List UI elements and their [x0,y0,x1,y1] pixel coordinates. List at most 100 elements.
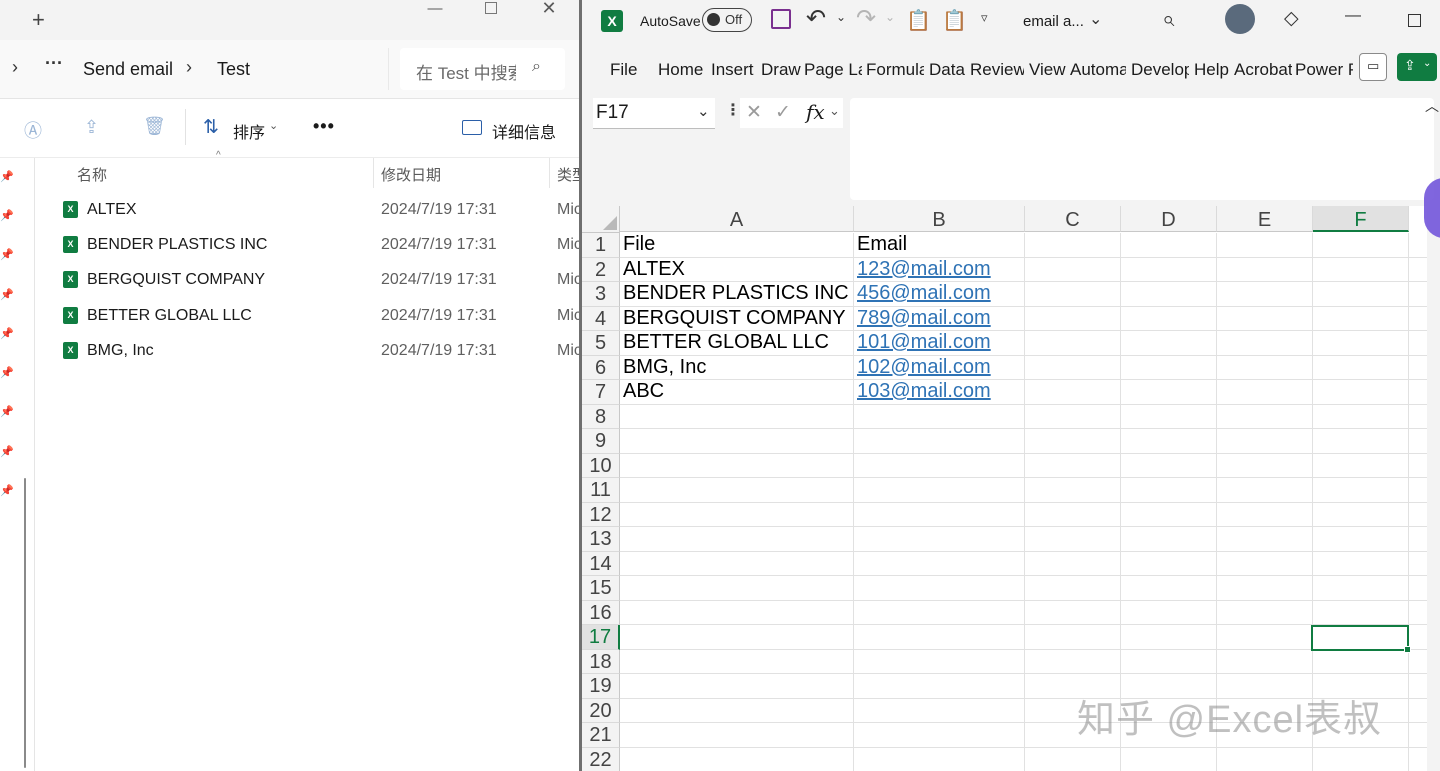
email-link[interactable]: 103@mail.com [857,380,991,403]
row-header[interactable]: 16 [582,600,620,625]
share-button[interactable]: ⇪ ⌄ [1397,53,1437,81]
confirm-formula-icon[interactable]: ✓ [775,101,791,124]
minimize-icon[interactable]: — [420,0,450,17]
file-row[interactable]: X BETTER GLOBAL LLC 2024/7/19 17:31 Mic [60,300,579,334]
close-icon[interactable]: ✕ [534,0,564,19]
row-header[interactable]: 12 [582,502,620,527]
row-header[interactable]: 1 [582,233,620,258]
pin-icon[interactable]: 📌 [0,366,14,379]
email-link[interactable]: 456@mail.com [857,282,991,305]
ribbon-tab-home[interactable]: Home [658,60,706,80]
collapse-formula-bar-icon[interactable]: ︿ [1425,96,1439,116]
formula-input[interactable] [850,98,1434,200]
ribbon-tab-insert[interactable]: Insert [711,60,755,80]
ribbon-tab-view[interactable]: View [1029,60,1067,80]
email-link[interactable]: 789@mail.com [857,307,991,330]
column-header-e[interactable]: E [1217,206,1313,232]
ribbon-tab-formula[interactable]: Formula [866,60,924,80]
autosave-toggle[interactable]: Off [702,8,752,32]
email-link[interactable]: 123@mail.com [857,258,991,281]
avatar[interactable] [1225,4,1255,34]
file-row[interactable]: X BENDER PLASTICS INC 2024/7/19 17:31 Mic [60,229,579,263]
pin-icon[interactable]: 📌 [0,209,14,222]
ribbon-tab-file[interactable]: File [610,60,640,80]
ribbon-tab-review[interactable]: Review [970,60,1024,80]
search-icon[interactable]: ⌕ [1162,6,1174,32]
customize-toolbar-icon[interactable]: ▿ [981,10,988,26]
clipboard-icon[interactable]: 📋 [942,8,967,33]
row-header[interactable]: 9 [582,429,620,454]
worksheet-grid[interactable]: ABCDEF 1 File Email 2 ALTEX 123@mail.com 3 BEND… [582,206,1440,771]
paste-special-icon[interactable]: 📋 [906,8,931,33]
new-tab-icon[interactable]: + [32,7,45,33]
active-cell-selection[interactable] [1311,625,1411,653]
column-divider[interactable] [549,158,550,188]
cell-a[interactable]: BERGQUIST COMPANY [623,307,846,330]
email-link[interactable]: 102@mail.com [857,356,991,379]
name-box-dropdown-icon[interactable]: ⌄ [697,102,710,120]
pin-icon[interactable]: 📌 [0,248,14,261]
ribbon-tab-develop[interactable]: Develop [1131,60,1189,80]
document-title[interactable]: email a... [1023,13,1084,30]
ribbon-tab-acrobat[interactable]: Acrobat [1234,60,1292,80]
row-header[interactable]: 3 [582,282,620,307]
save-icon[interactable] [771,9,791,29]
pin-icon[interactable]: 📌 [0,445,14,458]
maximize-icon[interactable] [1408,14,1421,27]
column-header-d[interactable]: D [1121,206,1217,232]
column-header-type[interactable]: 类型 [557,164,579,185]
column-header-c[interactable]: C [1025,206,1121,232]
pin-icon[interactable]: 📌 [0,327,14,340]
cell-a[interactable]: ABC [623,380,664,403]
row-header[interactable]: 8 [582,404,620,429]
pin-icon[interactable]: 📌 [0,484,14,497]
row-header[interactable]: 20 [582,698,620,723]
row-header[interactable]: 15 [582,576,620,601]
name-box[interactable]: F17 ⌄ [593,98,715,129]
row-header[interactable]: 10 [582,453,620,478]
column-header-f[interactable]: F [1313,206,1409,232]
share-icon[interactable]: ⇪ [84,117,99,138]
cell-b-header[interactable]: Email [857,233,907,256]
ribbon-tab-pagela[interactable]: Page La [804,60,862,80]
navpane-scrollbar[interactable] [24,478,26,768]
search-icon[interactable]: ⌕ [532,58,541,76]
row-header[interactable]: 18 [582,649,620,674]
delete-icon[interactable]: 🗑 [143,116,166,137]
column-header-modified[interactable]: 修改日期 [381,164,441,185]
column-divider[interactable] [373,158,374,188]
ribbon-tab-draw[interactable]: Draw [761,60,801,80]
title-dropdown-icon[interactable]: ⌄ [1089,9,1102,29]
cell-a[interactable]: BENDER PLASTICS INC [623,282,849,305]
ribbon-tab-automa[interactable]: Automa [1070,60,1126,80]
maximize-icon[interactable] [485,2,497,14]
pin-icon[interactable]: 📌 [0,405,14,418]
more-options-button[interactable]: ••• [313,116,335,137]
row-header[interactable]: 21 [582,723,620,748]
row-header[interactable]: 2 [582,257,620,282]
row-header[interactable]: 17 [582,625,620,650]
cell-a[interactable]: ALTEX [623,258,685,281]
row-header[interactable]: 6 [582,355,620,380]
rename-icon[interactable]: Ⓐ [24,117,42,143]
comments-button[interactable]: ▭ [1359,53,1387,81]
insert-function-icon[interactable]: fx [806,100,825,124]
address-field[interactable] [0,48,389,90]
premium-diamond-icon[interactable]: ◇ [1284,7,1299,30]
cell-a[interactable]: BMG, Inc [623,356,706,379]
pin-icon[interactable]: 📌 [0,288,14,301]
ribbon-tab-data[interactable]: Data [929,60,965,80]
chevron-down-icon[interactable]: ⌄ [829,103,840,119]
column-header-b[interactable]: B [854,206,1025,232]
ribbon-tab-help[interactable]: Help [1194,60,1230,80]
row-header[interactable]: 5 [582,331,620,356]
cell-a[interactable]: BETTER GLOBAL LLC [623,331,829,354]
search-input[interactable]: 在 Test 中搜索 [416,59,516,84]
row-header[interactable]: 11 [582,478,620,503]
file-row[interactable]: X BMG, Inc 2024/7/19 17:31 Mic [60,335,579,369]
copilot-orb-icon[interactable] [1424,178,1440,238]
row-header[interactable]: 4 [582,306,620,331]
row-header[interactable]: 14 [582,551,620,576]
undo-dropdown-icon[interactable]: ⌄ [836,10,846,24]
vertical-dots-icon[interactable]: ⋮ [725,100,741,120]
